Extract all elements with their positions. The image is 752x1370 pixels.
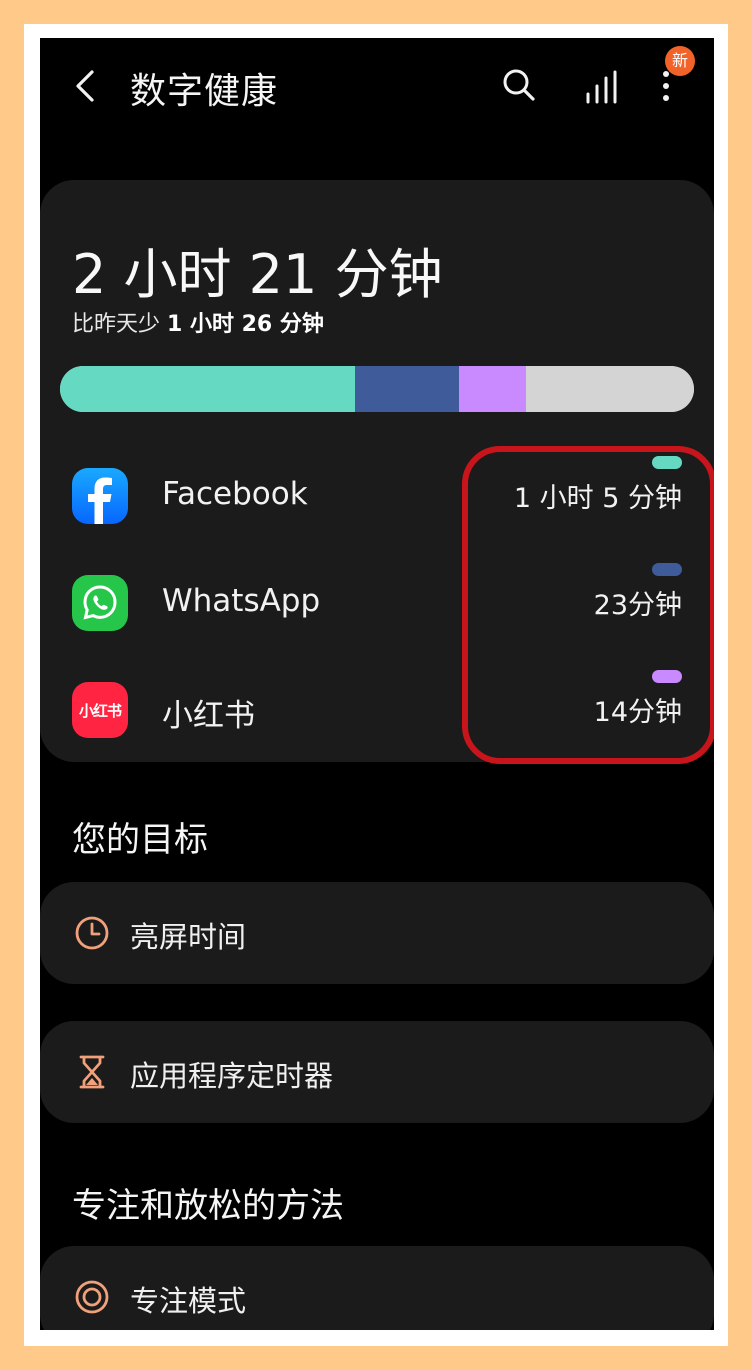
comparison-text: 比昨天少 1 小时 26 分钟 [72, 306, 324, 338]
app-name: WhatsApp [162, 583, 321, 619]
facebook-icon [72, 468, 128, 524]
focus-heading: 专注和放松的方法 [72, 1186, 344, 1226]
highlight-annotation [462, 446, 714, 764]
goals-heading: 您的目标 [72, 820, 208, 860]
usage-segment-xiaohongshu [459, 366, 526, 412]
app-name: Facebook [162, 476, 308, 512]
app-name: 小红书 [162, 698, 255, 734]
comparison-value: 1 小时 26 分钟 [167, 312, 324, 337]
list-item-label: 专注模式 [130, 1284, 247, 1318]
focus-target-icon [75, 1280, 109, 1314]
whatsapp-icon [72, 575, 128, 631]
digital-wellbeing-screen: 数字健康 新 2 小时 21 分钟 比昨天少 1 小时 26 分钟 Facebo… [40, 38, 714, 1330]
hourglass-icon [79, 1055, 105, 1089]
clock-icon [75, 916, 109, 950]
focus-mode-item[interactable]: 专注模式 [40, 1246, 714, 1330]
xiaohongshu-logo-text: 小红书 [78, 701, 122, 720]
search-icon[interactable] [502, 68, 536, 102]
xiaohongshu-icon: 小红书 [72, 682, 128, 738]
usage-segment-facebook [60, 366, 355, 412]
new-badge: 新 [665, 46, 695, 76]
list-item-label: 应用程序定时器 [130, 1059, 334, 1093]
back-arrow-icon[interactable] [70, 68, 100, 104]
list-item-label: 亮屏时间 [130, 920, 247, 954]
usage-breakdown-bar [60, 366, 694, 412]
bar-chart-icon[interactable] [584, 70, 618, 104]
screen-time-goal-item[interactable]: 亮屏时间 [40, 882, 714, 984]
usage-segment-whatsapp [354, 366, 460, 412]
usage-segment-other [525, 366, 694, 412]
total-screen-time: 2 小时 21 分钟 [72, 243, 443, 306]
page-title: 数字健康 [130, 71, 279, 112]
comparison-prefix: 比昨天少 [72, 312, 167, 337]
app-timer-item[interactable]: 应用程序定时器 [40, 1021, 714, 1123]
